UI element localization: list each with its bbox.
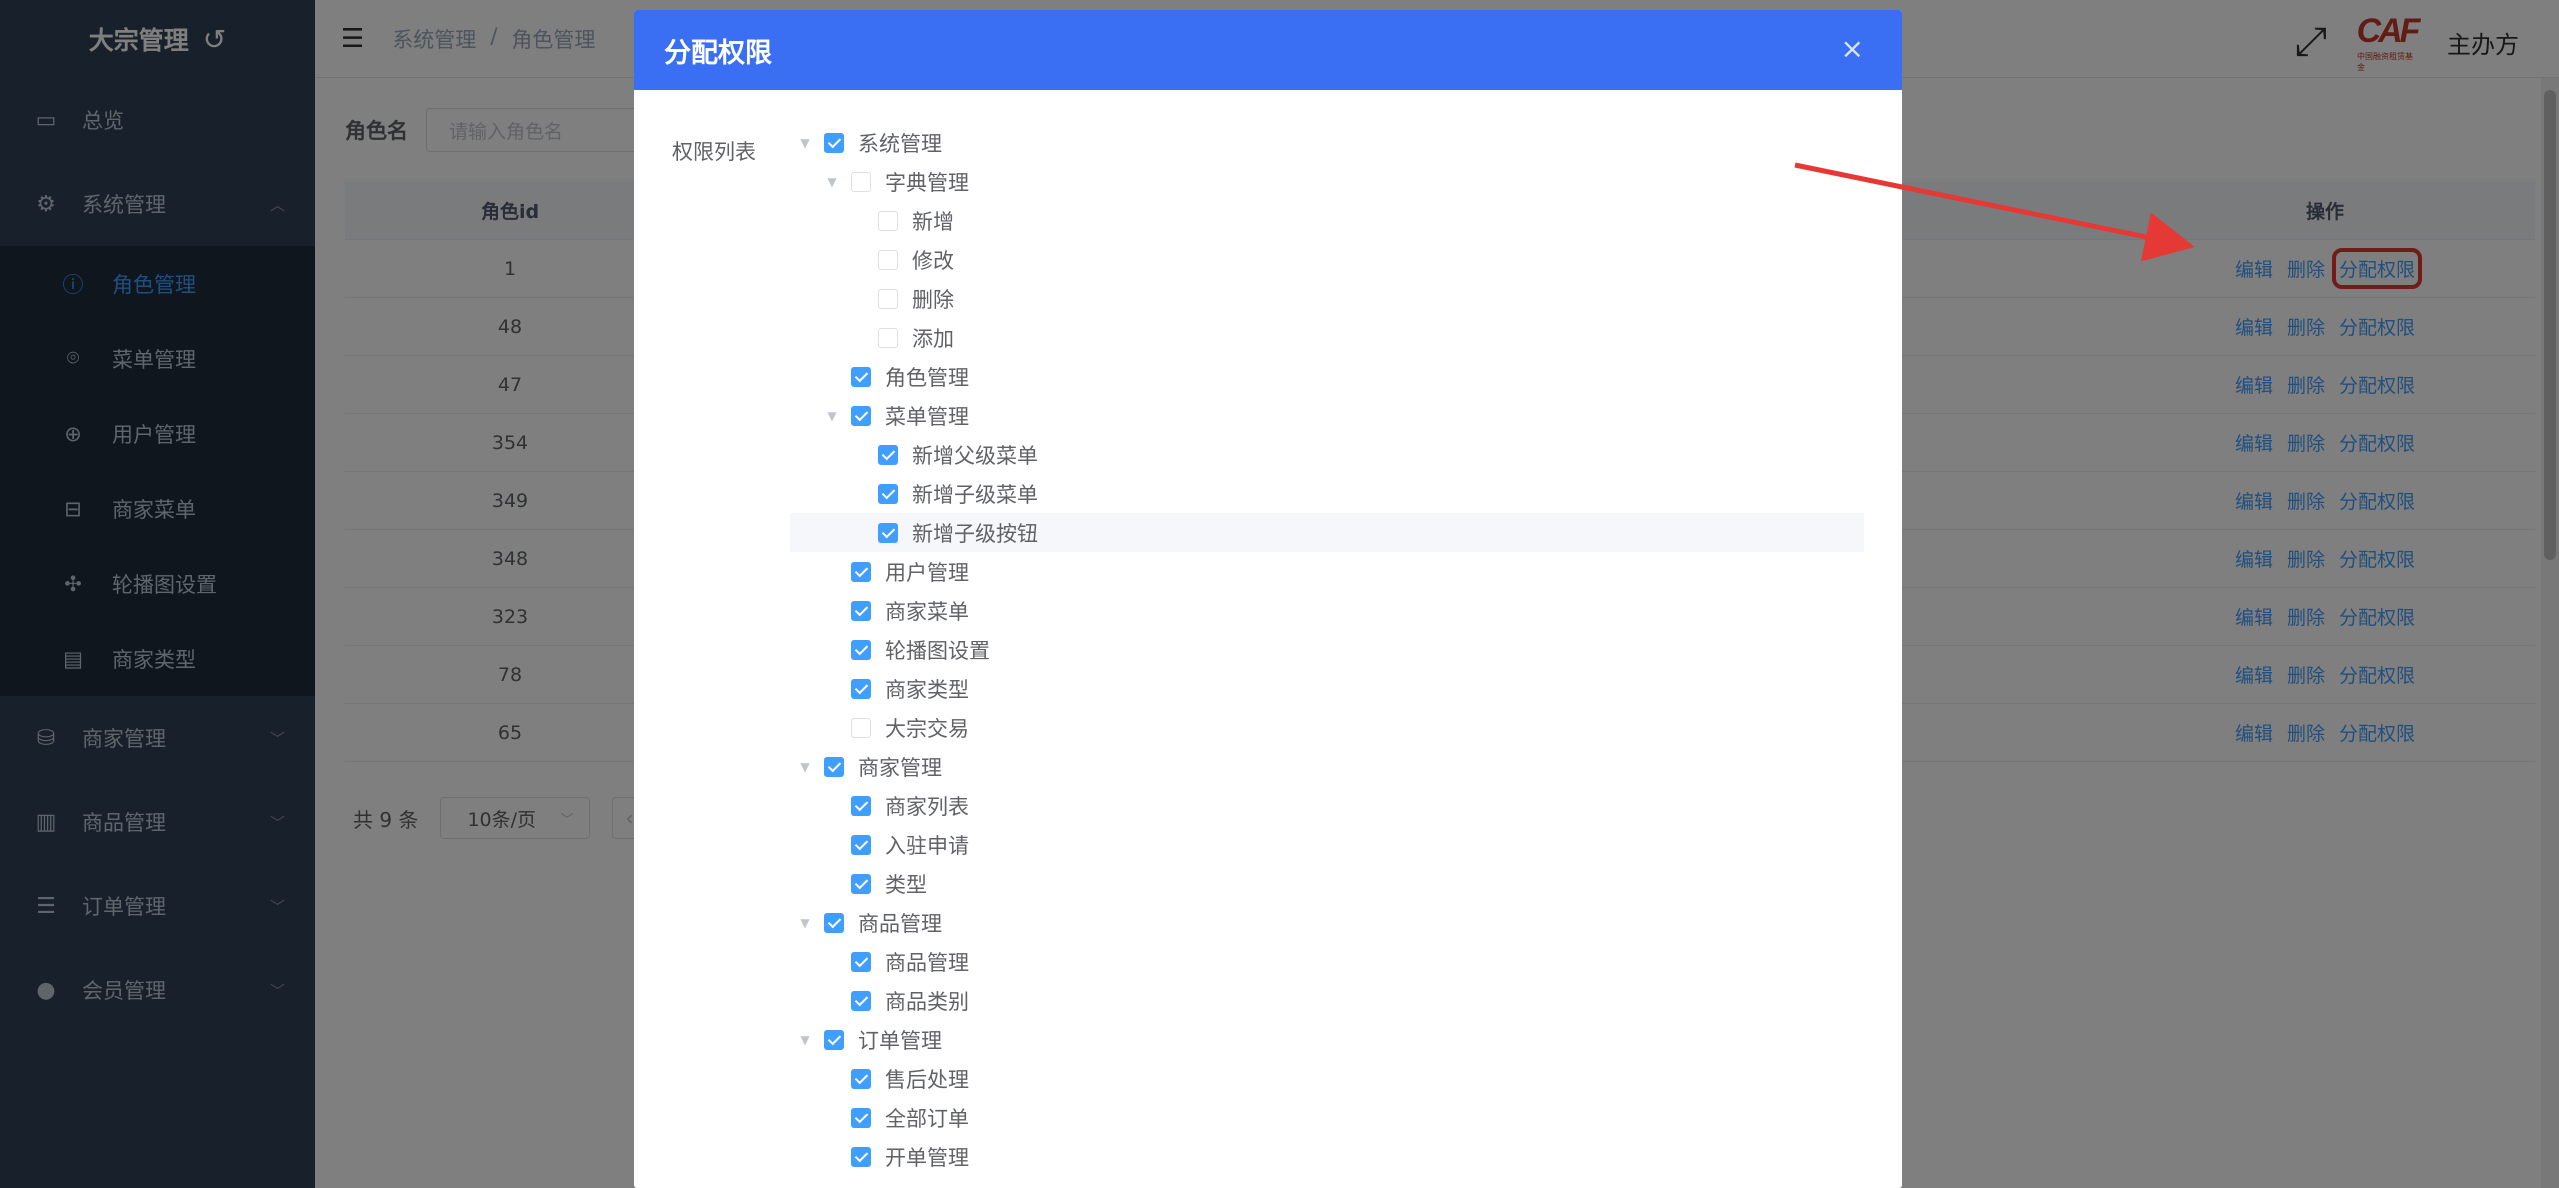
tree-node-label: 新增父级菜单 [912,443,1038,468]
tree-node-label: 大宗交易 [885,716,969,741]
caret-down-icon[interactable]: ▼ [823,175,841,189]
tree-node[interactable]: ▼入驻申请 [790,825,1864,864]
tree-checkbox[interactable] [878,210,898,231]
tree-node-label: 添加 [912,326,954,351]
tree-checkbox[interactable] [851,951,871,972]
tree-node[interactable]: ▼轮播图设置 [790,630,1864,669]
tree-node[interactable]: ▼ 字典管理 [790,162,1864,201]
caret-down-icon[interactable]: ▼ [796,136,814,150]
tree-checkbox[interactable] [878,483,898,504]
tree-node-label: 售后处理 [885,1067,969,1092]
tree-checkbox[interactable] [851,600,871,621]
tree-node[interactable]: ▼商品管理 [790,942,1864,981]
tree-node-label: 角色管理 [885,365,969,390]
assign-permission-dialog: 分配权限 × 权限列表 ▼系统管理▼字典管理▼新增▼修改▼删除▼添加▼角色管理▼… [634,10,1902,1188]
tree-node-label: 订单管理 [858,1028,942,1053]
tree-checkbox[interactable] [851,717,871,738]
permission-list-label: 权限列表 [672,140,756,164]
tree-node-label: 入驻申请 [885,833,969,858]
tree-node-label: 开单管理 [885,1145,969,1170]
tree-node[interactable]: ▼ 系统管理 [790,123,1864,162]
tree-checkbox[interactable] [878,522,898,543]
tree-node[interactable]: ▼商品类别 [790,981,1864,1020]
tree-node[interactable]: ▼新增子级菜单 [790,474,1864,513]
tree-node[interactable]: ▼类型 [790,864,1864,903]
close-icon[interactable]: × [1841,32,1864,65]
tree-node[interactable]: ▼新增子级按钮 [790,513,1864,552]
tree-node-label: 系统管理 [858,131,942,156]
tree-node-label: 字典管理 [885,170,969,195]
dialog-title: 分配权限 [664,37,772,69]
tree-checkbox[interactable] [851,1146,871,1167]
tree-checkbox[interactable] [851,171,871,192]
tree-node-label: 全部订单 [885,1106,969,1131]
tree-checkbox[interactable] [878,327,898,348]
tree-checkbox[interactable] [851,405,871,426]
tree-checkbox[interactable] [851,795,871,816]
tree-node[interactable]: ▼商家菜单 [790,591,1864,630]
tree-checkbox[interactable] [851,1068,871,1089]
tree-checkbox[interactable] [851,561,871,582]
tree-checkbox[interactable] [851,1107,871,1128]
tree-node[interactable]: ▼新增 [790,201,1864,240]
tree-node[interactable]: ▼全部订单 [790,1098,1864,1137]
tree-checkbox[interactable] [824,912,844,933]
tree-checkbox[interactable] [878,444,898,465]
tree-checkbox[interactable] [824,756,844,777]
tree-node[interactable]: ▼开单管理 [790,1137,1864,1176]
tree-checkbox[interactable] [851,834,871,855]
tree-node-label: 类型 [885,872,927,897]
tree-node[interactable]: ▼用户管理 [790,552,1864,591]
tree-node-label: 用户管理 [885,560,969,585]
tree-node-label: 商品类别 [885,989,969,1014]
tree-node[interactable]: ▼删除 [790,279,1864,318]
tree-node-label: 轮播图设置 [885,638,990,663]
tree-checkbox[interactable] [851,639,871,660]
tree-checkbox[interactable] [824,132,844,153]
tree-node[interactable]: ▼大宗交易 [790,708,1864,747]
tree-checkbox[interactable] [878,288,898,309]
caret-down-icon[interactable]: ▼ [796,760,814,774]
tree-node[interactable]: ▼售后处理 [790,1059,1864,1098]
caret-down-icon[interactable]: ▼ [796,1033,814,1047]
tree-checkbox[interactable] [851,873,871,894]
tree-node[interactable]: ▼商家类型 [790,669,1864,708]
caret-down-icon[interactable]: ▼ [796,916,814,930]
tree-node[interactable]: ▼ 商品管理 [790,903,1864,942]
tree-node[interactable]: ▼角色管理 [790,357,1864,396]
tree-node-label: 商家管理 [858,755,942,780]
tree-node-label: 删除 [912,287,954,312]
tree-node[interactable]: ▼ 商家管理 [790,747,1864,786]
tree-node-label: 新增 [912,209,954,234]
tree-node-label: 修改 [912,248,954,273]
tree-node-label: 新增子级按钮 [912,521,1038,546]
tree-node-label: 商家菜单 [885,599,969,624]
tree-node-label: 商品管理 [858,911,942,936]
tree-node-label: 商品管理 [885,950,969,975]
dialog-header: 分配权限 × [634,10,1902,90]
dialog-body: 权限列表 ▼系统管理▼字典管理▼新增▼修改▼删除▼添加▼角色管理▼菜单管理▼新增… [634,90,1902,1170]
tree-node[interactable]: ▼ 订单管理 [790,1020,1864,1059]
permission-tree: ▼系统管理▼字典管理▼新增▼修改▼删除▼添加▼角色管理▼菜单管理▼新增父级菜单▼… [790,123,1864,1176]
tree-node[interactable]: ▼商家列表 [790,786,1864,825]
tree-node-label: 商家类型 [885,677,969,702]
tree-node-label: 商家列表 [885,794,969,819]
tree-node-label: 菜单管理 [885,404,969,429]
tree-node[interactable]: ▼ 菜单管理 [790,396,1864,435]
tree-checkbox[interactable] [851,366,871,387]
tree-checkbox[interactable] [878,249,898,270]
tree-node[interactable]: ▼修改 [790,240,1864,279]
tree-node[interactable]: ▼添加 [790,318,1864,357]
tree-node[interactable]: ▼新增父级菜单 [790,435,1864,474]
tree-checkbox[interactable] [824,1029,844,1050]
tree-node-label: 新增子级菜单 [912,482,1038,507]
tree-checkbox[interactable] [851,678,871,699]
tree-checkbox[interactable] [851,990,871,1011]
caret-down-icon[interactable]: ▼ [823,409,841,423]
